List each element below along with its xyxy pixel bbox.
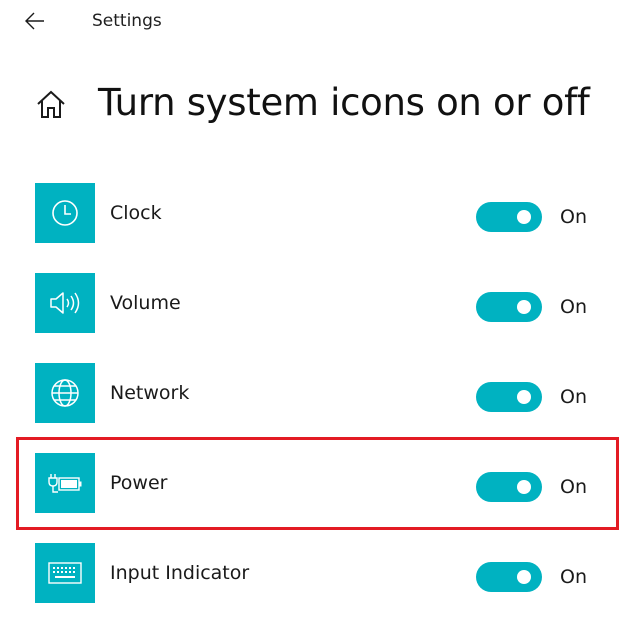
network-globe-icon — [51, 379, 79, 407]
network-toggle-state: On — [560, 386, 587, 408]
input-indicator-tile — [35, 543, 95, 603]
clock-toggle-state: On — [560, 206, 587, 228]
clock-tile — [35, 183, 95, 243]
clock-label: Clock — [110, 202, 162, 224]
back-button[interactable] — [21, 7, 49, 35]
volume-setting-row: Volume On — [35, 273, 595, 333]
network-tile — [35, 363, 95, 423]
volume-label: Volume — [110, 292, 181, 314]
toggle-knob — [517, 210, 531, 224]
network-label: Network — [110, 382, 190, 404]
input-indicator-toggle-state: On — [560, 566, 587, 588]
input-indicator-toggle[interactable] — [476, 562, 542, 592]
toggle-knob — [517, 570, 531, 584]
toggle-knob — [517, 300, 531, 314]
back-arrow-icon — [25, 12, 44, 30]
power-highlight-box — [16, 437, 619, 530]
clock-icon — [52, 200, 78, 226]
volume-icon — [50, 292, 80, 314]
clock-toggle[interactable] — [476, 202, 542, 232]
app-title: Settings — [92, 11, 162, 31]
page-title: Turn system icons on or off — [98, 81, 590, 124]
input-indicator-setting-row: Input Indicator On — [35, 543, 595, 603]
input-indicator-label: Input Indicator — [110, 562, 250, 584]
volume-tile — [35, 273, 95, 333]
volume-toggle-state: On — [560, 296, 587, 318]
toggle-knob — [517, 390, 531, 404]
network-toggle[interactable] — [476, 382, 542, 412]
home-icon[interactable] — [34, 88, 68, 122]
network-setting-row: Network On — [35, 363, 595, 423]
keyboard-icon — [48, 562, 82, 584]
settings-window: Settings Turn system icons on or off Clo… — [0, 0, 643, 627]
volume-toggle[interactable] — [476, 292, 542, 322]
clock-setting-row: Clock On — [35, 183, 595, 243]
